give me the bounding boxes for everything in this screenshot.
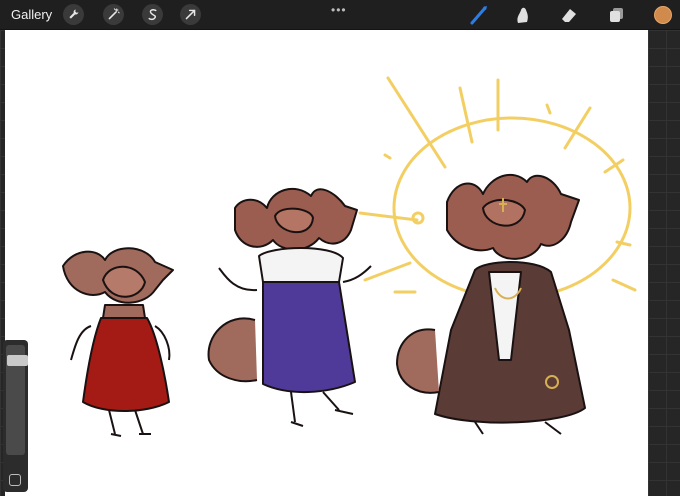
eraser-tool-button[interactable] [558,4,580,26]
layers-tool-button[interactable] [605,4,627,26]
fox-blue-skirt [207,187,372,427]
canvas-artwork [62,76,637,437]
color-picker-button[interactable] [654,6,672,24]
selection-s-icon [148,9,157,21]
layers-icon [610,8,623,22]
brush-size-thumb[interactable] [7,355,28,366]
actions-button[interactable] [63,4,84,25]
brush-icon [470,6,487,25]
top-toolbar: Gallery ••• [0,0,680,30]
eraser-icon [562,9,576,22]
transform-button[interactable] [180,4,201,25]
selection-button[interactable] [142,4,163,25]
drawing-canvas[interactable] [5,30,648,496]
magic-wand-icon [108,8,120,20]
smudge-tool-button[interactable] [512,4,534,26]
arrow-cursor-icon [185,9,196,20]
brush-size-slider[interactable] [6,345,28,455]
wrench-icon [69,9,79,19]
brush-tool-button[interactable] [468,4,490,26]
modify-button[interactable] [9,474,21,486]
gallery-button[interactable]: Gallery [11,7,52,22]
more-options-button[interactable]: ••• [331,3,347,17]
brush-sidebar [3,340,28,492]
smudge-icon [517,7,528,23]
adjustments-button[interactable] [103,4,124,25]
fox-red-dress [62,247,174,437]
fox-dark-robe [396,173,586,435]
